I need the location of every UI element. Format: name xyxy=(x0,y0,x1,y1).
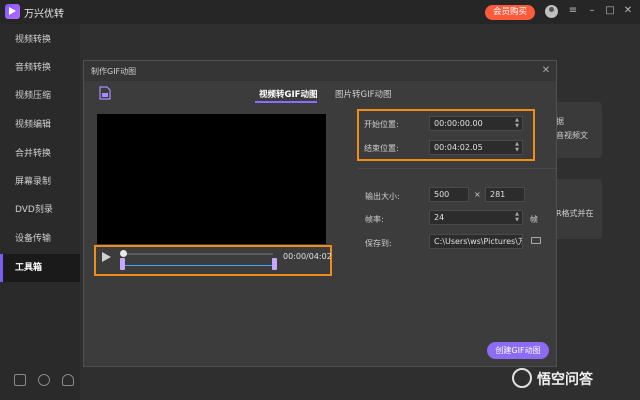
time-readout: 00:00/04:02 xyxy=(283,252,332,261)
dialog-header: 制作GIF动图 ✕ xyxy=(84,61,556,81)
frame-rate-field[interactable]: 24 ▲ ▼ xyxy=(429,210,523,225)
sidebar-item-video-edit[interactable]: 视频编辑 xyxy=(0,111,80,139)
background-card-text: R格式并在 xyxy=(556,209,594,218)
watermark-logo-icon xyxy=(512,368,532,388)
times-sign: × xyxy=(474,190,481,199)
minimize-icon[interactable]: – xyxy=(585,4,599,18)
app-title: 万兴优转 xyxy=(24,9,64,20)
sidebar-item-merge-convert[interactable]: 合并转换 xyxy=(0,140,80,168)
sidebar-item-screen-record[interactable]: 屏幕录制 xyxy=(0,168,80,196)
trim-end-handle[interactable] xyxy=(272,258,277,270)
progress-track[interactable] xyxy=(123,253,273,255)
position-settings: 开始位置: 00:00:00.00 ▲ ▼ 结束位置: 00:04:02.05 ▲… xyxy=(357,109,535,161)
video-preview[interactable] xyxy=(97,114,326,244)
output-width-field[interactable]: 500 xyxy=(429,187,469,202)
end-position-field[interactable]: 00:04:02.05 ▲ ▼ xyxy=(429,140,523,155)
frame-rate-unit: 帧 xyxy=(530,215,538,224)
watermark: 悟空问答 xyxy=(512,366,636,390)
save-to-label: 保存到: xyxy=(365,239,392,248)
output-size-label: 输出大小: xyxy=(365,192,400,201)
close-window-icon[interactable]: ✕ xyxy=(621,4,635,18)
start-position-field[interactable]: 00:00:00.00 ▲ ▼ xyxy=(429,116,523,131)
play-icon[interactable] xyxy=(102,252,111,262)
vip-purchase-button[interactable]: 会员购买 xyxy=(485,5,535,20)
sidebar-item-video-compress[interactable]: 视频压缩 xyxy=(0,82,80,110)
output-height-field[interactable]: 281 xyxy=(485,187,525,202)
background-card-text: 据 xyxy=(556,117,564,126)
app-logo-icon xyxy=(5,4,20,19)
progress-knob[interactable] xyxy=(120,250,127,257)
menu-icon[interactable]: ≡ xyxy=(566,4,580,18)
active-tab-indicator xyxy=(255,101,317,103)
end-position-value: 00:04:02.05 xyxy=(434,143,483,152)
sidebar-item-video-convert[interactable]: 视频转换 xyxy=(0,26,80,54)
background-card-text: 音视频文 xyxy=(556,131,588,140)
end-position-label: 结束位置: xyxy=(364,144,399,153)
sidebar-item-audio-convert[interactable]: 音频转换 xyxy=(0,54,80,82)
book-icon[interactable] xyxy=(14,374,26,386)
divider xyxy=(358,168,556,169)
account-icon[interactable] xyxy=(62,374,74,386)
close-icon[interactable]: ✕ xyxy=(540,65,552,77)
stepper-icon[interactable]: ▲ ▼ xyxy=(514,141,520,153)
stepper-icon[interactable]: ▲ ▼ xyxy=(514,211,520,223)
player-controls: 00:00/04:02 xyxy=(94,245,332,276)
start-position-label: 开始位置: xyxy=(364,120,399,129)
tab-image-to-gif[interactable]: 图片转GIF动图 xyxy=(335,88,391,100)
avatar[interactable] xyxy=(545,5,558,18)
frame-rate-value: 24 xyxy=(434,213,445,222)
trim-range xyxy=(124,265,276,266)
make-gif-dialog: 制作GIF动图 ✕ 视频转GIF动图 图片转GIF动图 00:00/04:02 … xyxy=(83,60,557,367)
stepper-icon[interactable]: ▲ ▼ xyxy=(514,117,520,129)
sidebar-item-toolbox[interactable]: 工具箱 xyxy=(0,254,80,282)
folder-icon[interactable] xyxy=(531,237,541,244)
tab-video-to-gif[interactable]: 视频转GIF动图 xyxy=(259,88,317,100)
dialog-title: 制作GIF动图 xyxy=(91,67,137,76)
sidebar-item-device-transfer[interactable]: 设备传输 xyxy=(0,225,80,253)
title-bar: 万兴优转 会员购买 ≡ – □ ✕ xyxy=(0,0,640,24)
create-gif-button[interactable]: 创建GIF动图 xyxy=(487,342,549,359)
frame-rate-label: 帧率: xyxy=(365,215,384,224)
sidebar: 视频转换 音频转换 视频压缩 视频编辑 合并转换 屏幕录制 DVD刻录 设备传输… xyxy=(0,24,80,400)
gif-file-icon xyxy=(99,86,111,100)
help-icon[interactable] xyxy=(38,374,50,386)
sidebar-item-dvd-burn[interactable]: DVD刻录 xyxy=(0,196,80,224)
watermark-text: 悟空问答 xyxy=(537,372,593,388)
maximize-icon[interactable]: □ xyxy=(603,4,617,18)
trim-start-handle[interactable] xyxy=(120,258,125,270)
save-path-field[interactable]: C:\Users\ws\Pictures\万兴 xyxy=(429,234,523,249)
start-position-value: 00:00:00.00 xyxy=(434,119,483,128)
